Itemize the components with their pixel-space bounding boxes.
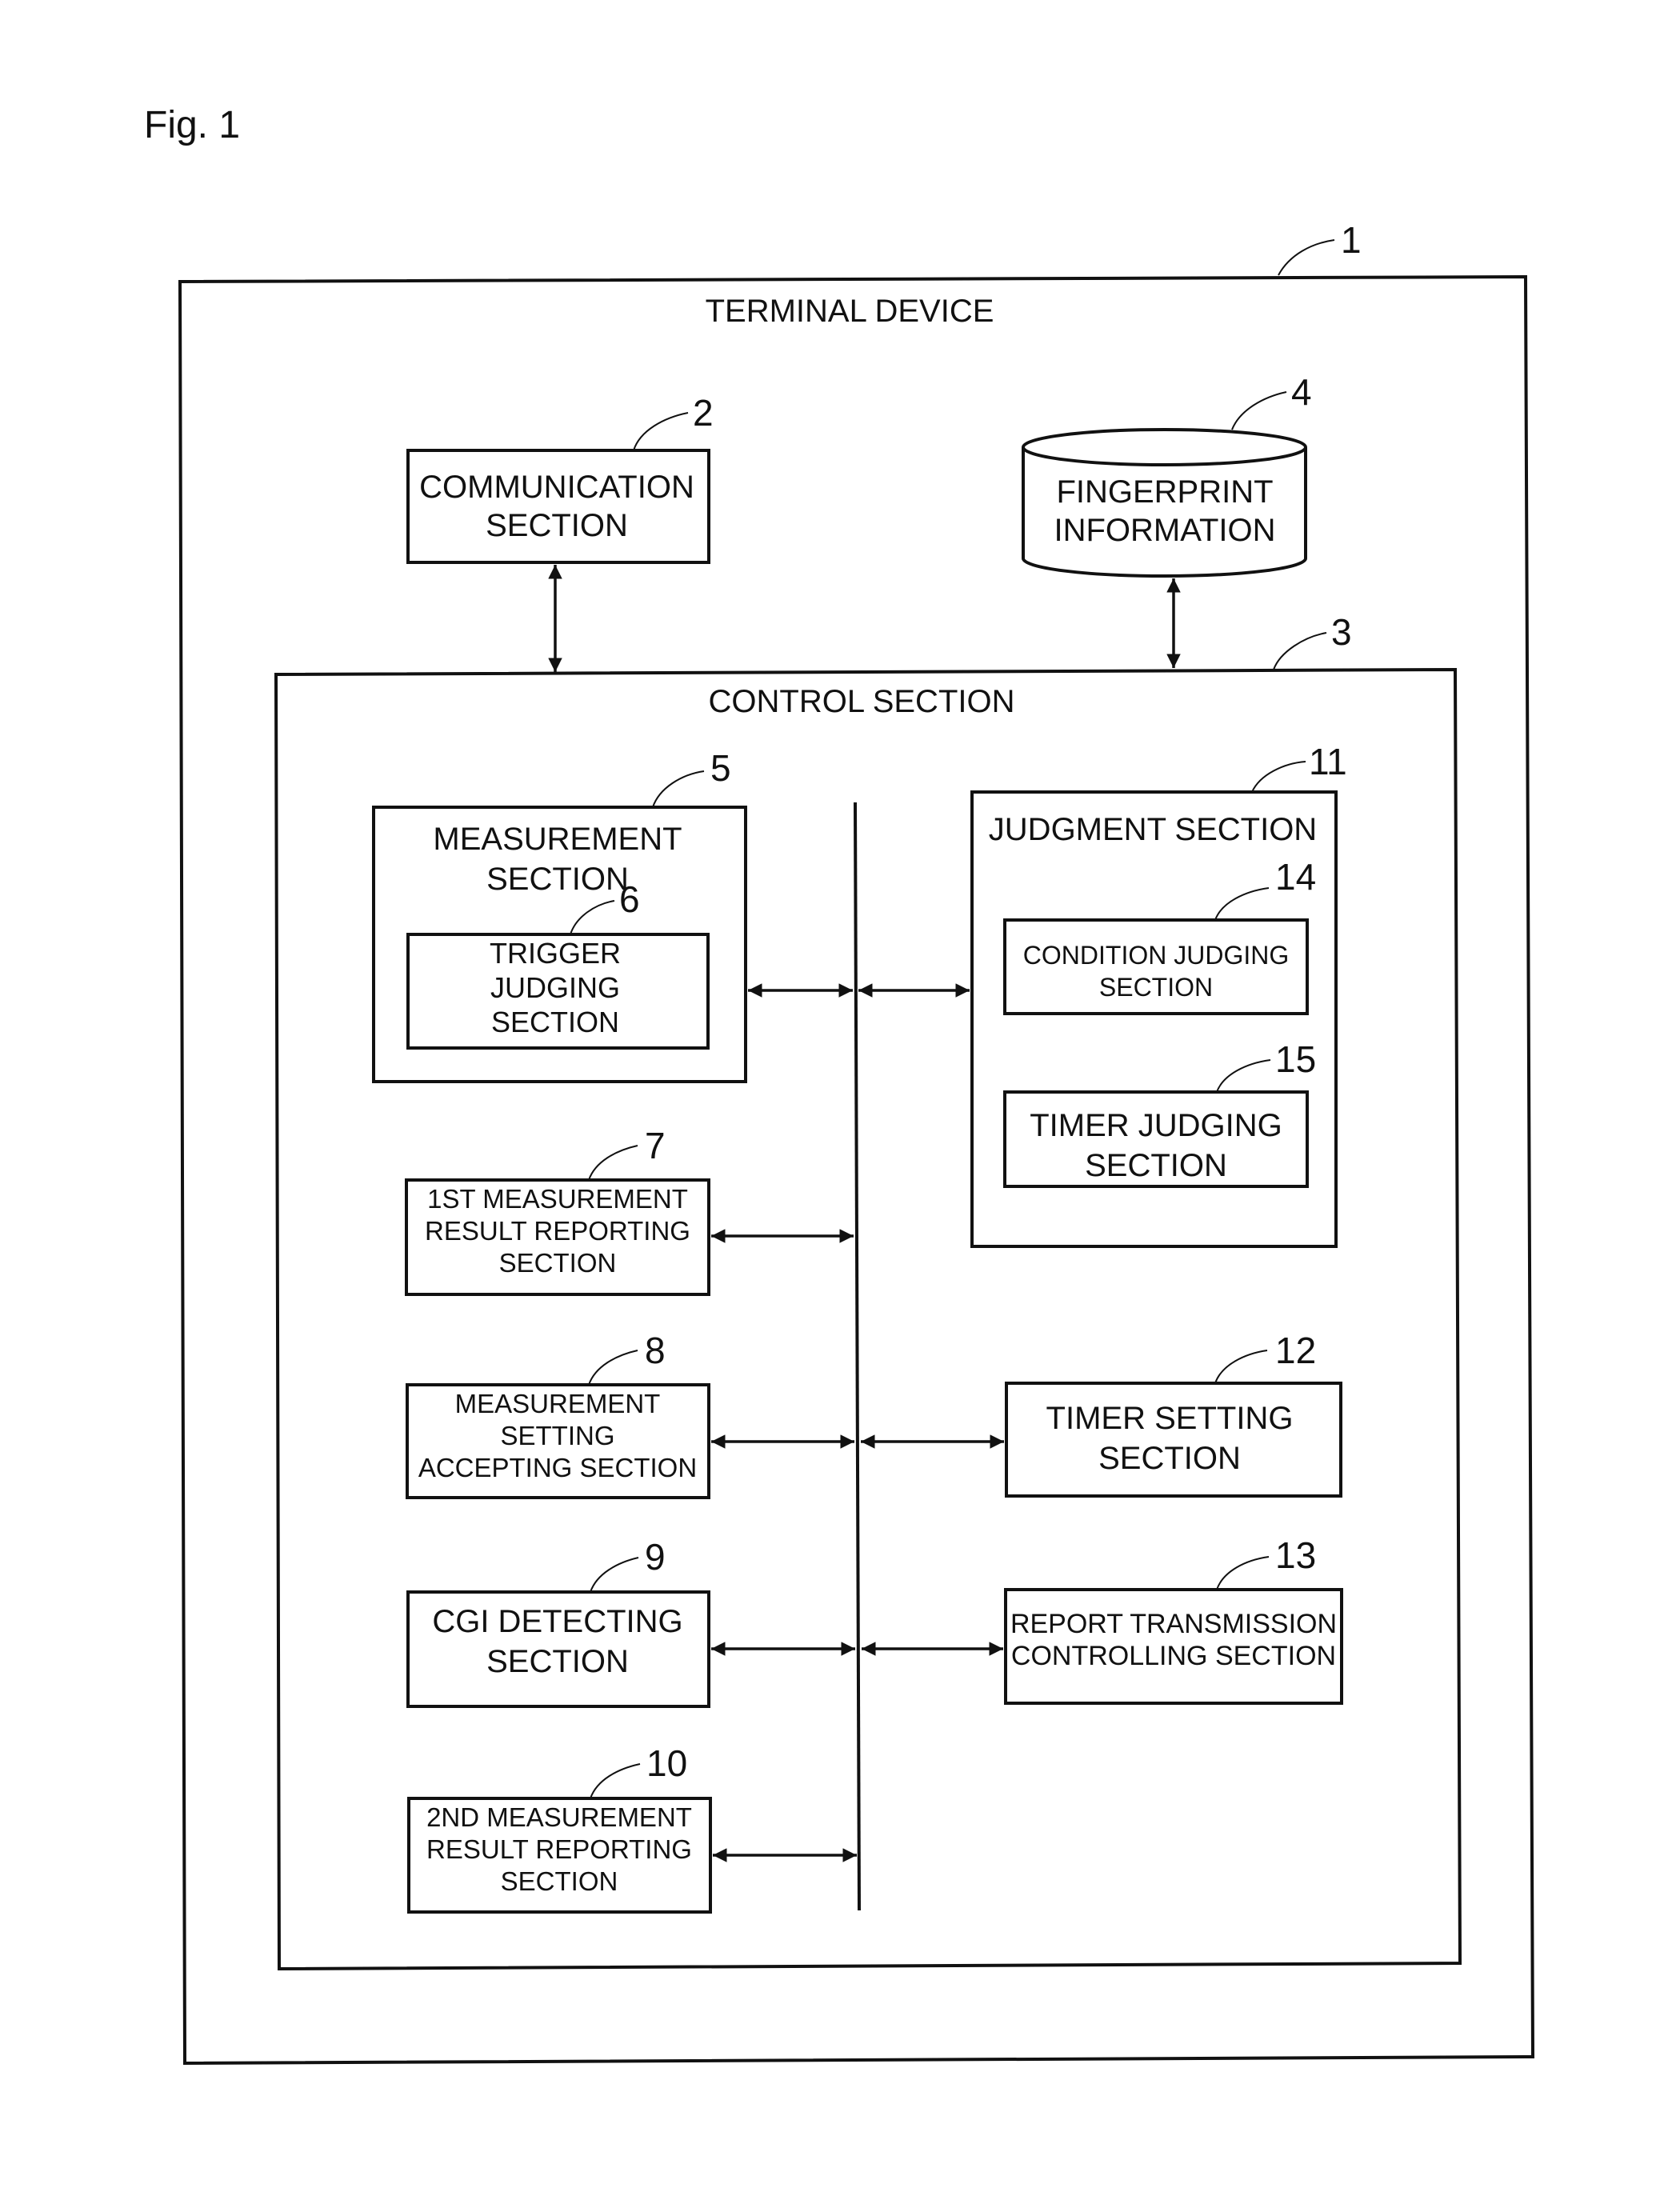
- second-result-reporting-label-line3: SECTION: [501, 1866, 618, 1896]
- ref-number-6: 6: [619, 878, 640, 920]
- trigger-judging-section-label-line2: JUDGING: [490, 971, 620, 1004]
- communication-section-label-line2: SECTION: [486, 508, 628, 543]
- timer-setting-label-line2: SECTION: [1098, 1441, 1241, 1476]
- ref-number-3: 3: [1331, 611, 1352, 653]
- ref-number-14: 14: [1275, 856, 1316, 898]
- second-result-reporting-label-line1: 2ND MEASUREMENT: [426, 1802, 692, 1832]
- second-result-reporting-block: 2ND MEASUREMENT RESULT REPORTING SECTION…: [407, 1742, 712, 1914]
- measurement-section-label-line1: MEASUREMENT: [433, 822, 682, 857]
- ref-number-7: 7: [645, 1125, 666, 1166]
- leader-line-10: [590, 1763, 641, 1799]
- fingerprint-information-label-line1: FINGERPRINT: [1056, 474, 1273, 510]
- measurement-section-label-line2: SECTION: [486, 862, 629, 897]
- measurement-setting-accepting-label-line3: ACCEPTING SECTION: [418, 1453, 697, 1482]
- cgi-detecting-label-line2: SECTION: [486, 1644, 629, 1679]
- ref-number-15: 15: [1275, 1038, 1316, 1080]
- ref-number-11: 11: [1309, 741, 1347, 782]
- leader-line-3: [1273, 632, 1327, 670]
- timer-judging-section-label-line1: TIMER JUDGING: [1030, 1108, 1282, 1143]
- leader-line-11: [1251, 761, 1306, 793]
- measurement-setting-accepting-block: MEASUREMENT SETTING ACCEPTING SECTION 8: [406, 1330, 710, 1499]
- trigger-judging-section-label-line3: SECTION: [491, 1006, 619, 1038]
- block-diagram: Fig. 1 TERMINAL DEVICE 1 COMMUNICATION S…: [144, 104, 1535, 2066]
- condition-judging-section-label-line1: CONDITION JUDGING: [1023, 941, 1289, 970]
- ref-number-5: 5: [710, 747, 731, 789]
- ref-number-4: 4: [1291, 371, 1312, 413]
- report-transmission-label-line1: REPORT TRANSMISSION: [1010, 1609, 1337, 1639]
- leader-line-5: [652, 770, 705, 808]
- ref-number-10: 10: [646, 1742, 687, 1784]
- judgment-section-title: JUDGMENT SECTION: [989, 812, 1317, 847]
- leader-line-7: [588, 1145, 638, 1181]
- trigger-judging-section-label-line1: TRIGGER: [490, 937, 621, 970]
- report-transmission-block: REPORT TRANSMISSION CONTROLLING SECTION …: [1004, 1534, 1343, 1705]
- ref-number-9: 9: [645, 1536, 666, 1578]
- cgi-detecting-block: CGI DETECTING SECTION 9: [406, 1536, 710, 1708]
- internal-bus-line: [854, 802, 861, 1911]
- control-section-title: CONTROL SECTION: [709, 684, 1015, 719]
- leader-line-8: [588, 1350, 638, 1386]
- leader-line-12: [1214, 1350, 1268, 1384]
- fingerprint-information-label-line2: INFORMATION: [1054, 513, 1275, 548]
- report-transmission-label-line2: CONTROLLING SECTION: [1011, 1641, 1336, 1671]
- leader-line-13: [1216, 1556, 1270, 1590]
- ref-number-8: 8: [645, 1330, 666, 1371]
- first-result-reporting-label-line2: RESULT REPORTING: [425, 1216, 690, 1246]
- terminal-device-title: TERMINAL DEVICE: [706, 294, 994, 329]
- timer-setting-label-line1: TIMER SETTING: [1046, 1401, 1294, 1436]
- communication-section-label-line1: COMMUNICATION: [419, 470, 694, 505]
- leader-line-1: [1278, 239, 1335, 276]
- leader-line-4: [1231, 391, 1287, 430]
- ref-number-2: 2: [693, 392, 714, 434]
- ref-number-12: 12: [1275, 1330, 1316, 1371]
- figure-label: Fig. 1: [144, 104, 240, 146]
- judgment-section-block: JUDGMENT SECTION 11 CONDITION JUDGING SE…: [970, 741, 1347, 1248]
- fingerprint-information-block: FINGERPRINT INFORMATION 4: [1022, 371, 1312, 578]
- timer-setting-block: TIMER SETTING SECTION 12: [1005, 1330, 1342, 1498]
- ref-number-1: 1: [1341, 219, 1362, 261]
- leader-line-2: [633, 412, 689, 451]
- first-result-reporting-label-line1: 1ST MEASUREMENT: [427, 1184, 688, 1214]
- measurement-setting-accepting-label-line1: MEASUREMENT: [455, 1389, 661, 1418]
- measurement-setting-accepting-label-line2: SETTING: [500, 1421, 614, 1450]
- first-result-reporting-label-line3: SECTION: [499, 1248, 617, 1278]
- cgi-detecting-label-line1: CGI DETECTING: [432, 1604, 682, 1639]
- condition-judging-section-label-line2: SECTION: [1099, 973, 1213, 1002]
- communication-section-box: [406, 449, 710, 564]
- second-result-reporting-label-line2: RESULT REPORTING: [426, 1834, 692, 1864]
- ref-number-13: 13: [1275, 1534, 1316, 1576]
- timer-judging-section-label-line2: SECTION: [1085, 1148, 1227, 1183]
- communication-section-block: COMMUNICATION SECTION 2: [406, 392, 714, 564]
- leader-line-9: [590, 1557, 639, 1593]
- first-result-reporting-block: 1ST MEASUREMENT RESULT REPORTING SECTION…: [405, 1125, 710, 1296]
- measurement-section-block: MEASUREMENT SECTION 5 TRIGGER JUDGING SE…: [372, 747, 747, 1083]
